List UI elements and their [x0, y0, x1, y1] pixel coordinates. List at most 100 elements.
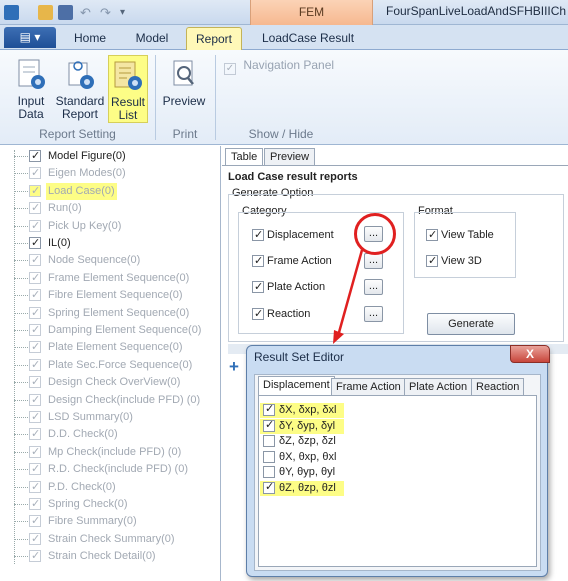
- tree-item-label: Spring Element Sequence(0): [48, 306, 190, 319]
- tree-item-checkbox[interactable]: [29, 461, 41, 478]
- tree-item-label: Run(0): [48, 202, 82, 215]
- tree-guide: [14, 399, 28, 401]
- tree-item-label: Eigen Modes(0): [48, 167, 126, 180]
- plate-action-label: Plate Action: [267, 281, 326, 293]
- tree-item-label: D.D. Check(0): [48, 428, 118, 441]
- result-list-button[interactable]: Result List: [108, 55, 148, 123]
- tree-item-checkbox[interactable]: [29, 339, 41, 356]
- tree-item-checkbox[interactable]: [29, 409, 41, 426]
- component-label: θX, θxp, θxl: [279, 450, 337, 463]
- tree-guide-line: [14, 150, 15, 564]
- input-data-button[interactable]: Input Data: [8, 58, 54, 121]
- save-icon[interactable]: [58, 5, 73, 20]
- dialog-tab-frame-action[interactable]: Frame Action: [331, 378, 406, 396]
- tab-loadcase-result[interactable]: LoadCase Result: [252, 27, 364, 50]
- tree-guide: [14, 208, 28, 210]
- app-icon: [4, 5, 19, 20]
- dialog-tab-reaction[interactable]: Reaction: [471, 378, 525, 396]
- tree-item-checkbox[interactable]: [29, 357, 41, 374]
- tree-guide: [14, 556, 28, 558]
- tab-model[interactable]: Model: [124, 27, 180, 50]
- tree-item-checkbox[interactable]: [29, 322, 41, 339]
- tree-item-checkbox[interactable]: [29, 235, 41, 252]
- displacement-checkbox[interactable]: [252, 227, 264, 243]
- tree-item-label: Plate Sec.Force Sequence(0): [48, 358, 193, 371]
- displacement-component-item[interactable]: θX, θxp, θxl: [260, 450, 344, 465]
- dialog-close-button[interactable]: X: [510, 345, 550, 363]
- frame-action-checkbox[interactable]: [252, 253, 264, 269]
- displacement-component-item[interactable]: θY, θyp, θyl: [260, 465, 344, 480]
- view-3d-checkbox[interactable]: [426, 253, 438, 269]
- tree-item-checkbox[interactable]: [29, 165, 41, 182]
- tree-guide: [14, 156, 28, 157]
- tab-home[interactable]: Home: [62, 27, 118, 50]
- component-checkbox[interactable]: [263, 435, 275, 448]
- component-checkbox[interactable]: [263, 450, 275, 463]
- tree-item-checkbox[interactable]: [29, 513, 41, 530]
- tree-item-checkbox[interactable]: [29, 444, 41, 461]
- dialog-tab-plate-action[interactable]: Plate Action: [404, 378, 473, 396]
- component-label: δZ, δzp, δzl: [279, 435, 336, 448]
- tree-item-checkbox[interactable]: [29, 548, 41, 565]
- tree-item-label: Fibre Element Sequence(0): [48, 289, 183, 302]
- generate-button[interactable]: Generate: [427, 313, 515, 335]
- tree-item-label: Pick Up Key(0): [48, 219, 122, 232]
- tab-preview[interactable]: Preview: [264, 148, 316, 166]
- menu-icon: ▤ ▾: [19, 30, 41, 44]
- file-menu-button[interactable]: ▤ ▾: [4, 27, 56, 48]
- component-label: δX, δxp, δxl: [279, 404, 337, 416]
- component-checkbox[interactable]: [263, 402, 275, 417]
- dialog-tab-displacement[interactable]: Displacement: [258, 376, 335, 396]
- tree-item-label: Damping Element Sequence(0): [48, 324, 202, 336]
- tree-item-label: LSD Summary(0): [48, 411, 133, 423]
- view-table-checkbox[interactable]: [426, 227, 438, 243]
- tree-item-checkbox[interactable]: [29, 426, 41, 443]
- tree-item-checkbox[interactable]: [29, 287, 41, 304]
- tree-item-checkbox[interactable]: [29, 531, 41, 548]
- component-checkbox[interactable]: [263, 480, 275, 495]
- tree-item-checkbox[interactable]: [29, 148, 41, 165]
- tree-item-checkbox[interactable]: [29, 496, 41, 513]
- tree-item-checkbox[interactable]: [29, 200, 41, 217]
- tree-guide: [14, 190, 28, 192]
- navigation-panel-label: Navigation Panel: [243, 58, 335, 72]
- tree-item-checkbox[interactable]: [29, 252, 41, 269]
- navigation-panel-checkbox[interactable]: ✓: [224, 63, 236, 75]
- tree-item-checkbox[interactable]: [29, 183, 41, 200]
- tree-item-checkbox[interactable]: [29, 479, 41, 496]
- displacement-component-item[interactable]: δY, δyp, δyl: [260, 418, 344, 434]
- tree-item-checkbox[interactable]: [29, 392, 41, 409]
- tree-guide: [14, 260, 28, 262]
- tree-item-checkbox[interactable]: [29, 218, 41, 235]
- tab-table[interactable]: Table: [225, 148, 264, 166]
- tree-item-checkbox[interactable]: [29, 305, 41, 322]
- tree-guide: [14, 504, 28, 505]
- open-folder-icon[interactable]: [38, 5, 53, 20]
- navigation-panel-toggle[interactable]: ✓ Navigation Panel: [224, 58, 335, 75]
- tree-item-label: Plate Element Sequence(0): [48, 341, 183, 354]
- add-icon[interactable]: +: [229, 358, 243, 375]
- displacement-component-item[interactable]: δX, δxp, δxl: [260, 402, 344, 418]
- customize-quick-access-icon[interactable]: ▾: [120, 5, 135, 20]
- redo-icon[interactable]: ↷: [100, 5, 115, 20]
- displacement-component-item[interactable]: θZ, θzp, θzl: [260, 480, 344, 496]
- component-checkbox[interactable]: [263, 418, 275, 433]
- dialog-title: Result Set Editor: [254, 350, 345, 364]
- panel-heading: Load Case result reports: [228, 171, 358, 183]
- component-checkbox[interactable]: [263, 466, 275, 479]
- tree-item-checkbox[interactable]: [29, 270, 41, 287]
- reaction-checkbox[interactable]: [252, 306, 264, 322]
- undo-icon[interactable]: ↶: [80, 5, 95, 20]
- group-report-setting: Report Setting: [39, 127, 116, 141]
- tree-item-label: Frame Element Sequence(0): [48, 271, 190, 284]
- tree-guide: [14, 243, 28, 244]
- standard-report-button[interactable]: Standard Report: [52, 58, 108, 121]
- tree-item-label: Mp Check(include PFD) (0): [48, 445, 182, 458]
- preview-button[interactable]: Preview: [158, 58, 210, 108]
- tab-report[interactable]: Report: [186, 27, 242, 50]
- tree-item-checkbox[interactable]: [29, 374, 41, 391]
- tree-guide: [14, 538, 28, 540]
- result-list-label-2: List: [118, 108, 138, 122]
- plate-action-checkbox[interactable]: [252, 279, 264, 295]
- displacement-component-item[interactable]: δZ, δzp, δzl: [260, 434, 344, 449]
